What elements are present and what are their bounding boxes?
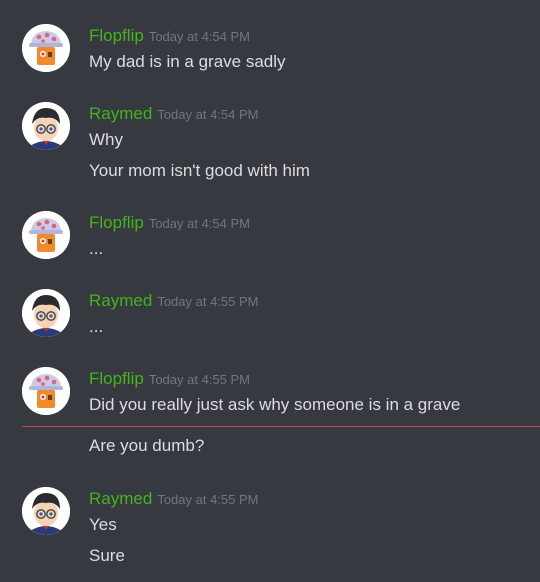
timestamp: Today at 4:55 PM bbox=[157, 294, 259, 309]
chat-message-list: Flopflip Today at 4:54 PM My dad is in a … bbox=[0, 0, 540, 582]
username[interactable]: Flopflip bbox=[89, 213, 144, 232]
message-text: My dad is in a grave sadly bbox=[89, 52, 286, 71]
message-text: Are you dumb? bbox=[89, 436, 205, 455]
message-text: Yes bbox=[89, 515, 117, 534]
message-text: ... bbox=[89, 317, 104, 336]
message-header: Raymed Today at 4:55 PM bbox=[89, 289, 258, 313]
timestamp: Today at 4:54 PM bbox=[148, 216, 250, 231]
message-text: Your mom isn't good with him bbox=[89, 161, 310, 180]
username[interactable]: Raymed bbox=[89, 291, 152, 310]
message-group: Flopflip Today at 4:54 PM ... bbox=[0, 211, 540, 261]
message-header: Flopflip Today at 4:55 PM bbox=[89, 367, 250, 391]
username[interactable]: Flopflip bbox=[89, 26, 144, 45]
message-text: Sure bbox=[89, 546, 125, 565]
message-group: Raymed Today at 4:55 PM Yes Sure bbox=[0, 487, 540, 572]
timestamp: Today at 4:55 PM bbox=[157, 492, 259, 507]
timestamp: Today at 4:55 PM bbox=[148, 372, 250, 387]
timestamp: Today at 4:54 PM bbox=[148, 29, 250, 44]
message-group: Flopflip Today at 4:54 PM My dad is in a … bbox=[0, 24, 540, 74]
message-header: Flopflip Today at 4:54 PM bbox=[89, 24, 250, 48]
new-messages-divider bbox=[22, 426, 540, 427]
message-text: ... bbox=[89, 239, 104, 258]
message-header: Raymed Today at 4:55 PM bbox=[89, 487, 258, 511]
message-group: Raymed Today at 4:54 PM Why Your mom isn'… bbox=[0, 102, 540, 187]
message-header: Raymed Today at 4:54 PM bbox=[89, 102, 258, 126]
username[interactable]: Raymed bbox=[89, 489, 152, 508]
message-header: Flopflip Today at 4:54 PM bbox=[89, 211, 250, 235]
message-text: Did you really just ask why someone is i… bbox=[89, 395, 461, 414]
message-group: Flopflip Today at 4:55 PM Did you really … bbox=[0, 367, 540, 459]
flopflip-avatar-icon[interactable] bbox=[22, 24, 70, 72]
timestamp: Today at 4:54 PM bbox=[157, 107, 259, 122]
username[interactable]: Raymed bbox=[89, 104, 152, 123]
username[interactable]: Flopflip bbox=[89, 369, 144, 388]
raymed-avatar-icon[interactable] bbox=[22, 289, 70, 337]
raymed-avatar-icon[interactable] bbox=[22, 487, 70, 535]
message-group: Raymed Today at 4:55 PM ... bbox=[0, 289, 540, 339]
flopflip-avatar-icon[interactable] bbox=[22, 211, 70, 259]
raymed-avatar-icon[interactable] bbox=[22, 102, 70, 150]
flopflip-avatar-icon[interactable] bbox=[22, 367, 70, 415]
message-text: Why bbox=[89, 130, 123, 149]
